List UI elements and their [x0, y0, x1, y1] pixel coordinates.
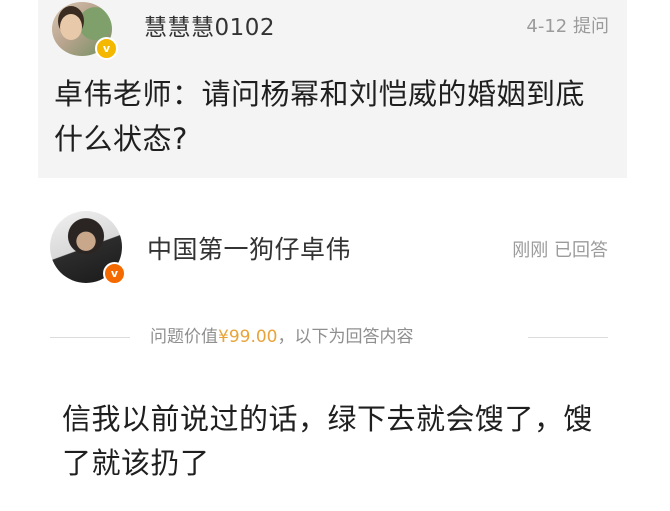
question-date: 4-12 — [526, 16, 568, 37]
answerer-name[interactable]: 中国第一狗仔卓伟 — [147, 230, 351, 266]
divider-line-right — [528, 337, 608, 338]
divider-suffix: ，以下为回答内容 — [277, 327, 414, 347]
question-action: 提问 — [573, 16, 609, 37]
asker-name[interactable]: 慧慧慧0102 — [144, 8, 275, 42]
divider-text: 问题价值¥99.00，以下为回答内容 — [150, 324, 413, 350]
question-price: ¥99.00 — [218, 327, 278, 347]
divider-prefix: 问题价值 — [150, 327, 218, 347]
answer-state: 已回答 — [554, 240, 608, 261]
question-card: v 慧慧慧0102 4-12 提问 卓伟老师：请问杨幂和刘恺威的婚姻到底什么状态… — [38, 0, 627, 178]
answer-time: 刚刚 — [512, 240, 549, 261]
question-meta: 4-12 提问 — [526, 12, 609, 38]
divider-line-left — [50, 337, 130, 338]
asker-avatar[interactable]: v — [52, 2, 118, 60]
answer-text: 信我以前说过的话，绿下去就会馊了，馊了就该扔了 — [62, 402, 594, 480]
answer-status: 刚刚 已回答 — [512, 236, 608, 262]
answerer-verified-badge-icon: v — [103, 262, 126, 285]
answerer-avatar[interactable]: v — [50, 211, 126, 285]
asker-avatar-face — [60, 14, 82, 40]
question-text: 卓伟老师：请问杨幂和刘恺威的婚姻到底什么状态? — [54, 77, 586, 156]
answer-divider: 问题价值¥99.00，以下为回答内容 — [50, 324, 608, 350]
asker-verified-badge-icon: v — [95, 37, 118, 60]
